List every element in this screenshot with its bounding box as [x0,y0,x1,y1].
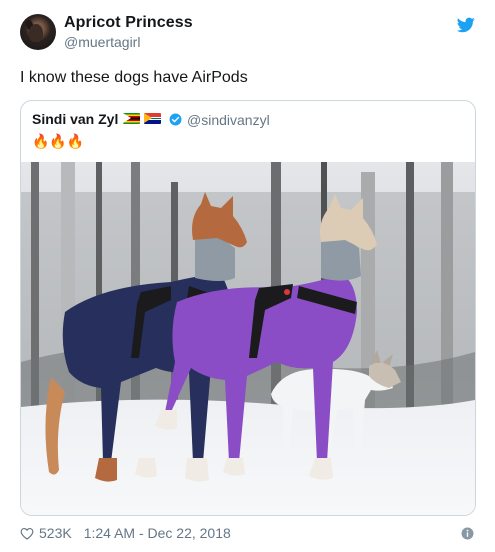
info-icon[interactable] [461,527,474,540]
like-count[interactable]: 523K [39,525,72,541]
quoted-author-handle[interactable]: @sindivanzyl [187,112,270,128]
author-avatar[interactable] [20,14,56,50]
author-handle[interactable]: @muertagirl [64,34,140,50]
twitter-bird-icon[interactable] [457,17,475,33]
verified-badge-icon [169,113,182,126]
quoted-author-name[interactable]: Sindi van Zyl [32,111,118,127]
south-africa-flag-icon [144,113,161,124]
heart-icon[interactable] [20,527,34,540]
tweet-text: I know these dogs have AirPods [20,69,248,86]
quoted-tweet-text: 🔥🔥🔥 [32,133,85,149]
tweet-timestamp[interactable]: 1:24 AM - Dec 22, 2018 [84,525,231,541]
dogs-in-sweaters-photo[interactable] [21,162,475,515]
author-display-name[interactable]: Apricot Princess [64,14,193,32]
quoted-tweet-card[interactable]: Sindi van Zyl @sindivanzyl 🔥🔥🔥 [20,100,476,516]
quoted-author-flags [123,113,161,124]
tweet-footer: 523K 1:24 AM - Dec 22, 2018 [20,525,231,541]
avatar-dog [29,24,43,42]
snow-ground [21,399,475,515]
zimbabwe-flag-icon [123,113,140,124]
